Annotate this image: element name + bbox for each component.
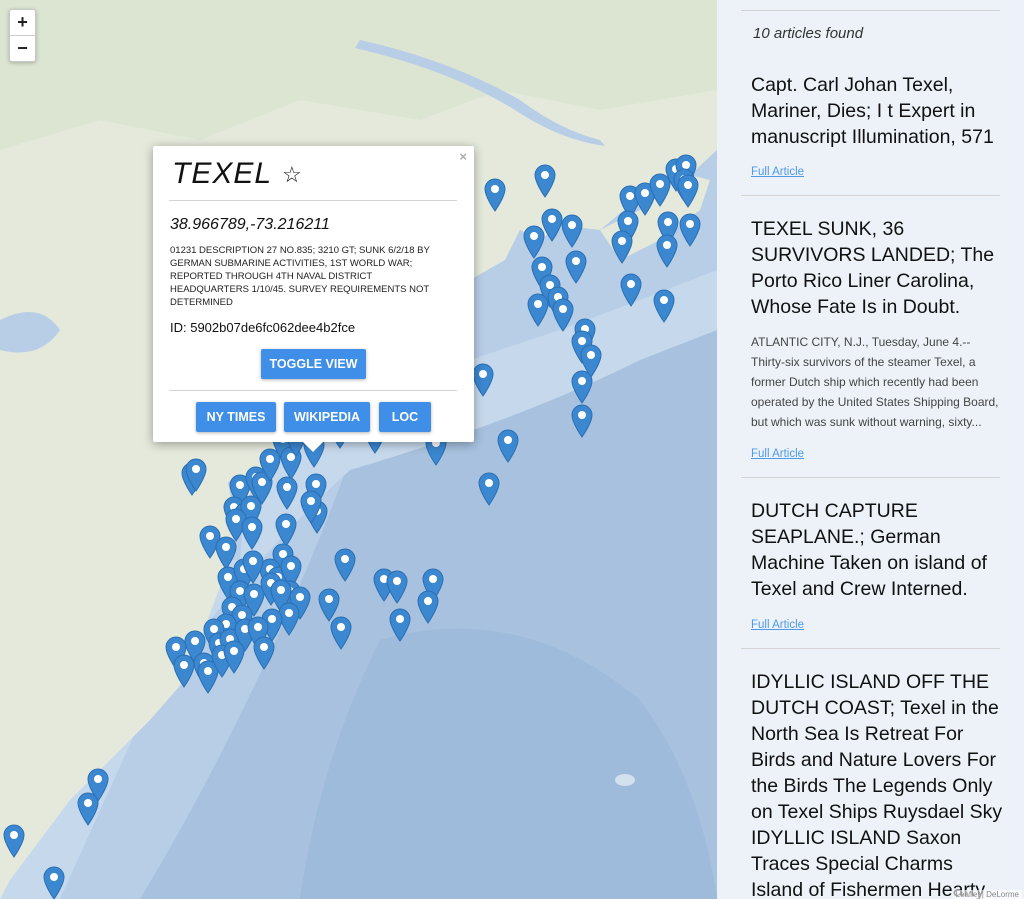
map-marker-icon[interactable]: [77, 792, 99, 826]
article-item: Capt. Carl Johan Texel, Mariner, Dies; I…: [751, 72, 1003, 178]
map-marker-icon[interactable]: [472, 363, 494, 397]
zoom-out-button[interactable]: −: [10, 35, 35, 61]
loc-button[interactable]: LOC: [379, 402, 431, 432]
star-icon[interactable]: ☆: [282, 162, 302, 188]
map-marker-icon[interactable]: [656, 234, 678, 268]
map-marker-icon[interactable]: [389, 608, 411, 642]
popup-description: 01231 DESCRIPTION 27 NO.835; 3210 GT; SU…: [170, 245, 430, 308]
close-icon[interactable]: ×: [459, 149, 467, 164]
map-marker-icon[interactable]: [43, 866, 65, 899]
map-marker-icon[interactable]: [541, 208, 563, 242]
map-marker-icon[interactable]: [223, 640, 245, 674]
zoom-control: + −: [9, 9, 36, 62]
map-marker-icon[interactable]: [561, 214, 583, 248]
map-marker-icon[interactable]: [571, 404, 593, 438]
popup-divider: [169, 200, 457, 201]
article-item: TEXEL SUNK, 36 SURVIVORS LANDED; The Por…: [751, 216, 1003, 460]
article-separator: [741, 477, 1000, 478]
popup-divider: [169, 390, 457, 391]
map-marker-icon[interactable]: [497, 429, 519, 463]
map-marker-icon[interactable]: [334, 548, 356, 582]
shipwreck-popup: × TEXEL ☆ 38.966789,-73.216211 01231 DES…: [153, 146, 474, 452]
article-item: DUTCH CAPTURE SEAPLANE.; German Machine …: [751, 498, 1003, 631]
map-attribution[interactable]: Leaflet | DeLorme: [952, 890, 1022, 899]
full-article-link[interactable]: Full Article: [751, 166, 804, 178]
full-article-link[interactable]: Full Article: [751, 448, 804, 460]
map-marker-icon[interactable]: [552, 298, 574, 332]
map-marker-icon[interactable]: [527, 293, 549, 327]
map-marker-icon[interactable]: [386, 570, 408, 604]
article-title: IDYLLIC ISLAND OFF THE DUTCH COAST; Texe…: [751, 671, 1003, 899]
article-separator: [741, 195, 1000, 196]
map-marker-icon[interactable]: [300, 490, 322, 524]
map-marker-icon[interactable]: [330, 616, 352, 650]
map-marker-icon[interactable]: [241, 516, 263, 550]
map-marker-icon[interactable]: [653, 289, 675, 323]
panel-divider: [741, 10, 1000, 11]
map-marker-icon[interactable]: [173, 654, 195, 688]
results-panel[interactable]: 10 articles found Capt. Carl Johan Texel…: [717, 0, 1024, 899]
full-article-link[interactable]: Full Article: [751, 619, 804, 631]
article-title: TEXEL SUNK, 36 SURVIVORS LANDED; The Por…: [751, 218, 995, 318]
map-marker-icon[interactable]: [611, 230, 633, 264]
map-marker-icon[interactable]: [620, 273, 642, 307]
map-marker-icon[interactable]: [571, 370, 593, 404]
popup-record-id: ID: 5902b07de6fc062dee4b2fce: [170, 320, 356, 335]
map-marker-icon[interactable]: [677, 174, 699, 208]
wikipedia-button[interactable]: WIKIPEDIA: [284, 402, 370, 432]
article-separator: [741, 648, 1000, 649]
map-marker-icon[interactable]: [275, 513, 297, 547]
map-marker-icon[interactable]: [484, 178, 506, 212]
article-item: IDYLLIC ISLAND OFF THE DUTCH COAST; Texe…: [751, 669, 1003, 899]
article-title: Capt. Carl Johan Texel, Mariner, Dies; I…: [751, 74, 994, 148]
article-title: DUTCH CAPTURE SEAPLANE.; German Machine …: [751, 500, 987, 600]
popup-title: TEXEL: [172, 157, 273, 190]
map-marker-icon[interactable]: [565, 250, 587, 284]
map-marker-icon[interactable]: [185, 458, 207, 492]
popup-coordinates: 38.966789,-73.216211: [170, 216, 330, 233]
map-marker-icon[interactable]: [276, 476, 298, 510]
map-marker-icon[interactable]: [417, 590, 439, 624]
ny-times-button[interactable]: NY TIMES: [196, 402, 276, 432]
zoom-in-button[interactable]: +: [10, 10, 35, 35]
map-marker-icon[interactable]: [679, 213, 701, 247]
article-snippet: ATLANTIC CITY, N.J., Tuesday, June 4.--T…: [751, 335, 999, 429]
map-marker-icon[interactable]: [3, 824, 25, 858]
map-marker-icon[interactable]: [478, 472, 500, 506]
toggle-view-button[interactable]: TOGGLE VIEW: [261, 349, 366, 379]
results-count: 10 articles found: [753, 25, 864, 42]
map-marker-icon[interactable]: [253, 636, 275, 670]
map-marker-icon[interactable]: [534, 164, 556, 198]
